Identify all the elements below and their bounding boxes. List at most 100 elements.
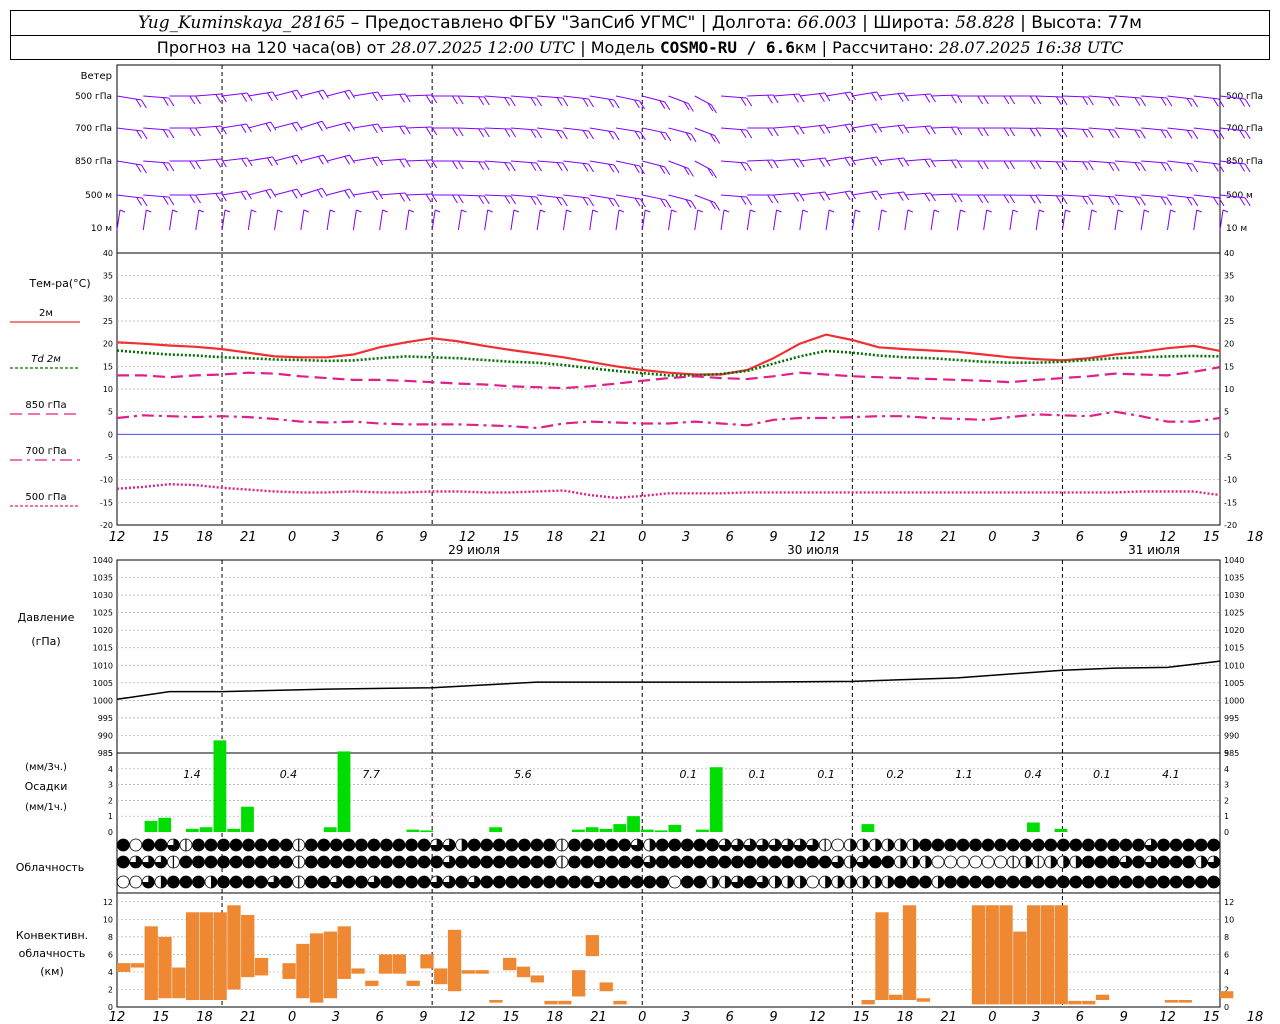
cloud-cover-icon [442,855,456,869]
cloud-cover-fill [944,876,957,888]
cloud-cover-icon [179,875,193,889]
wind-barb-icon [878,191,910,201]
wind-barb-staff [720,209,725,231]
cloud-cover-icon [342,838,356,852]
convective-cloud-bar [158,936,172,999]
x-tick-label: 3 [332,1010,340,1024]
convective-cloud-bar [351,968,365,974]
temperature-series-t850 [117,366,1221,390]
wind-barb-flag [1160,129,1167,139]
wind-barb-flag [1029,160,1036,170]
wind-barb-staff [668,95,689,104]
cloud-cover-fill [543,876,556,888]
wind-barb-icon [825,209,835,231]
cloud-cover-icon [931,875,945,889]
wind-barb-staff [563,95,589,100]
cloud-cover-fill [994,839,1007,851]
precipitation-bar [861,824,875,832]
wind-barb-icon [274,121,303,132]
cloud-cover-icon [756,838,769,852]
wind-barb-staff [195,158,222,162]
cloud-cover-fill [505,856,518,868]
wind-barb-staff [458,160,485,163]
wind-barb-flag [588,98,594,108]
wind-barb-staff [1062,160,1089,163]
wind-barb-staff [1114,127,1141,131]
cloud-cover-icon [969,838,982,852]
cloud-cover-icon [405,838,418,852]
x-tick-label: 21 [940,530,957,545]
x-tick-label: 18 [897,1010,914,1024]
cloud-cover-icon [643,855,657,869]
wind-barb-flag [982,127,989,137]
x-tick-label: 21 [940,1010,957,1024]
cloud-cover-icon [1119,855,1133,869]
cloud-cover-fill [1182,839,1195,851]
wind-barb-staff [143,95,169,99]
wind-barb-staff [668,209,672,231]
cloud-cover-fill [255,876,268,888]
wind-barb-staff [537,160,563,164]
wind-barb-flag [903,92,910,102]
cloud-cover-icon [267,855,281,869]
convective-cloud-bar [902,905,917,1000]
wind-barb-icon [589,209,598,231]
wind-barb-flag [639,198,646,208]
wind-barb-flag [399,193,406,202]
wind-barb-staff [562,209,567,231]
x-tick-label: 21 [240,530,257,545]
y-tick-label: 1015 [1224,644,1244,653]
convective-cloud-bar [585,935,600,957]
x-tick-label: 15 [503,530,520,545]
wind-level-label: 500 м [85,191,112,201]
wind-barb-icon [537,160,569,172]
cloud-cover-icon [204,875,218,889]
cloud-cover-fill [706,839,719,851]
wind-barb-staff [195,93,222,97]
wind-barb-flag [924,159,931,168]
wind-barb-flag [478,161,485,171]
cloud-cover-icon [392,838,406,852]
cloud-cover-fill [493,839,506,851]
y-tick-label: 12 [1224,898,1234,907]
wind-barb-flag [1035,95,1042,105]
cloud-cover-fill [430,856,443,868]
wind-barb-staff [195,125,222,129]
day-label: 31 июля [1128,543,1180,557]
cloud-cover-icon [1169,855,1183,869]
wind-barb-flag [870,157,877,167]
wind-barb-flag [425,126,432,136]
precipitation-bar [158,817,172,832]
wind-barb-flag [1113,129,1120,139]
wind-barb-flag [291,91,298,100]
y-tick-label: 2 [108,796,113,805]
cloud-cover-fill [900,839,907,851]
wind-barb-staff [458,194,485,197]
cloud-cover-fill [393,839,406,851]
wind-barb-staff [458,127,485,130]
wind-barb-icon [904,192,936,202]
wind-barb-flag [556,197,563,206]
wind-barb-staff [1193,209,1198,231]
x-tick-label: 21 [590,1010,607,1024]
cloud-cover-icon [893,875,907,889]
cloud-cover-fill [543,856,556,868]
cloud-cover-fill [1195,839,1208,851]
y-tick-label: -15 [1224,498,1237,507]
wind-barb-flag [556,162,563,171]
legend-label-t700: 700 гПа [25,446,66,457]
cloud-cover-icon [831,855,845,869]
y-tick-label: 5 [108,408,113,417]
wind-barb-flag [141,99,147,109]
cloud-cover-icon [367,855,381,869]
wind-barb-staff [116,95,142,101]
wind-barb-icon [484,209,493,231]
y-tick-label: 1005 [93,679,113,688]
wind-barb-flag [404,93,411,103]
cloud-cover-fill [693,876,706,888]
y-tick-label: 40 [103,249,113,258]
cloud-cover-icon [718,838,732,852]
cloud-cover-icon [1157,875,1170,889]
wind-barb-flag [296,154,303,164]
cloud-cover-icon [1031,875,1045,889]
